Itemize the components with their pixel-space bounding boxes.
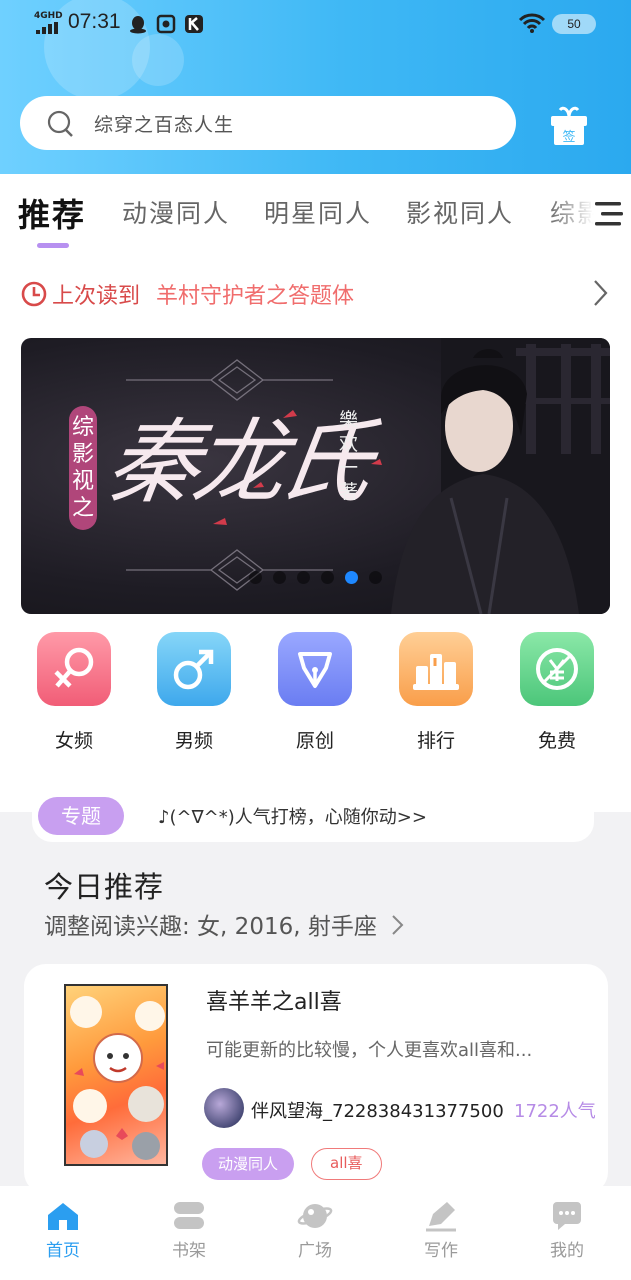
nav-label: 广场 <box>298 1241 332 1261</box>
popularity-count: 1722人气 <box>514 1101 596 1122</box>
topic-text[interactable]: ♪(^∇^*)人气打榜，心随你动>> <box>158 803 427 829</box>
reading-interest-link[interactable]: 调整阅读兴趣: 女, 2016, 射手座 <box>44 907 406 941</box>
last-read-bar[interactable]: 上次读到 羊村守护者之答题体 <box>20 276 615 312</box>
daily-checkin-button[interactable]: 签 <box>548 104 590 148</box>
app-screen: 4GHD 07:31 50 综穿之百态人生 签 推荐 动漫同人 明星同人 影视同… <box>0 0 631 1280</box>
signal-icon <box>36 22 60 34</box>
male-icon-tile <box>157 632 231 706</box>
active-tab-indicator <box>37 243 69 248</box>
clock: 07:31 <box>68 10 121 33</box>
nav-write[interactable]: 写作 <box>401 1200 481 1261</box>
tab-menu-icon[interactable] <box>593 198 625 232</box>
carousel-dot[interactable] <box>297 571 310 584</box>
banner-author: 樂欢一著 <box>339 409 359 503</box>
category-label: 男频 <box>174 730 213 752</box>
ranking-icon <box>413 654 459 690</box>
chevron-right-icon <box>594 280 608 306</box>
tab-celebrity-fanfic[interactable]: 明星同人 <box>264 194 372 230</box>
header: 4GHD 07:31 50 综穿之百态人生 签 <box>0 0 631 174</box>
wifi-icon <box>518 13 546 33</box>
planet-icon <box>297 1204 333 1228</box>
male-icon <box>173 649 214 690</box>
search-icon <box>47 110 73 137</box>
chat-bubble-icon <box>553 1202 581 1230</box>
gift-icon: 签 <box>551 106 587 145</box>
category-ranking[interactable]: 排行 <box>399 632 473 752</box>
book-cover-art <box>70 996 165 1160</box>
pen-nib-icon <box>298 652 332 688</box>
pencil-icon <box>426 1202 456 1232</box>
reading-interest-text: 调整阅读兴趣: 女, 2016, 射手座 <box>44 914 377 940</box>
carousel-dot[interactable] <box>321 571 334 584</box>
tab-film-tv-fanfic[interactable]: 影视同人 <box>406 194 514 230</box>
carousel-dot-active[interactable] <box>345 571 358 584</box>
promo-banner[interactable]: 综影视之 秦龙氏 樂欢一著 <box>21 338 610 614</box>
book-tag-category[interactable]: 动漫同人 <box>202 1148 295 1180</box>
gift-label: 签 <box>562 129 575 145</box>
qq-icon <box>130 16 146 34</box>
app-notification-icon <box>156 14 176 34</box>
nav-home[interactable]: 首页 <box>23 1200 103 1261</box>
book-card[interactable]: 喜羊羊之all喜 可能更新的比较慢，个人更喜欢all喜和... 伴风望海_722… <box>24 964 608 1194</box>
tab-recommend[interactable]: 推荐 <box>18 190 86 236</box>
book-cover[interactable] <box>64 984 168 1166</box>
book-description: 可能更新的比较慢，个人更喜欢all喜和... <box>206 1040 533 1061</box>
pen-nib-icon-tile <box>278 632 352 706</box>
network-type: 4GHD <box>34 11 63 21</box>
nav-label: 写作 <box>424 1241 458 1261</box>
category-free[interactable]: 免费 <box>520 632 594 752</box>
category-label: 排行 <box>416 730 455 752</box>
status-bar: 4GHD 07:31 50 <box>0 0 631 48</box>
nav-bookshelf[interactable]: 书架 <box>149 1200 229 1261</box>
section-title: 今日推荐 <box>44 870 165 904</box>
nav-label: 我的 <box>550 1241 584 1261</box>
home-icon <box>48 1203 78 1230</box>
nav-label: 首页 <box>46 1241 80 1261</box>
topic-badge[interactable]: 专题 <box>38 797 124 835</box>
category-male[interactable]: 男频 <box>157 632 231 752</box>
search-placeholder: 综穿之百态人生 <box>94 114 235 136</box>
category-label: 免费 <box>537 730 576 752</box>
clock-icon <box>21 281 47 307</box>
yen-free-icon-tile <box>520 632 594 706</box>
search-input[interactable]: 综穿之百态人生 <box>20 96 516 150</box>
category-tabs: 推荐 动漫同人 明星同人 影视同人 综影 <box>0 174 631 254</box>
topic-bar[interactable]: 专题 ♪(^∇^*)人气打榜，心随你动>> <box>32 790 594 842</box>
k-app-icon <box>185 15 203 33</box>
ranking-icon-tile <box>399 632 473 706</box>
female-icon-tile <box>37 632 111 706</box>
banner-series-title: 综影视之 <box>69 406 97 530</box>
nav-plaza[interactable]: 广场 <box>275 1200 355 1261</box>
tab-anime-fanfic[interactable]: 动漫同人 <box>122 194 230 230</box>
carousel-dots[interactable] <box>249 569 393 588</box>
author-avatar[interactable] <box>204 1088 244 1128</box>
category-label: 女频 <box>54 730 93 752</box>
author-name[interactable]: 伴风望海_722838431377500 <box>251 1097 504 1123</box>
yen-free-icon <box>536 648 578 690</box>
chevron-right-icon <box>392 915 404 935</box>
book-tag-pairing[interactable]: all喜 <box>311 1148 382 1180</box>
category-label: 原创 <box>295 730 334 752</box>
female-icon <box>54 647 94 688</box>
battery-indicator: 50 <box>552 14 596 34</box>
nav-label: 书架 <box>172 1241 206 1261</box>
carousel-dot[interactable] <box>249 571 262 584</box>
last-read-title[interactable]: 羊村守护者之答题体 <box>156 278 354 310</box>
carousel-dot[interactable] <box>369 571 382 584</box>
book-title[interactable]: 喜羊羊之all喜 <box>206 984 342 1016</box>
bottom-navigation: 首页 书架 广场 写作 我的 <box>0 1186 631 1280</box>
category-original[interactable]: 原创 <box>278 632 352 752</box>
last-read-prefix: 上次读到 <box>52 284 141 309</box>
banner-book-title: 秦龙氏 <box>100 409 374 516</box>
carousel-dot[interactable] <box>273 571 286 584</box>
bookshelf-icon <box>174 1202 204 1229</box>
nav-profile[interactable]: 我的 <box>527 1200 607 1261</box>
category-female[interactable]: 女频 <box>37 632 111 752</box>
